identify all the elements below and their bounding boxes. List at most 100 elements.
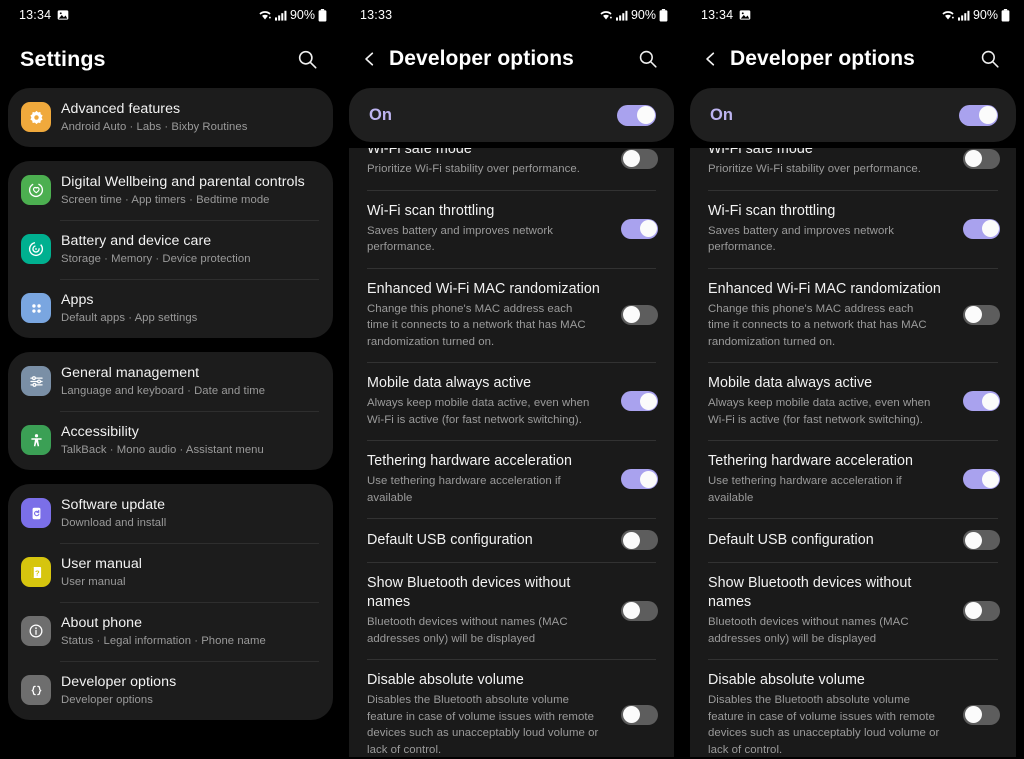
list-item-subtitle: Always keep mobile data active, even whe… [367,397,590,426]
sidebar-item-about-phone[interactable]: About phone Status · Legal information ·… [8,602,333,661]
list-item-subtitle: Use tethering hardware acceleration if a… [367,475,561,504]
master-toggle[interactable] [617,104,656,126]
item-toggle[interactable] [963,600,1000,621]
list-item-label: Disable absolute volume [367,672,524,688]
apps-icon [21,293,51,323]
developer-options-scroll[interactable]: Wi-Fi safe mode Prioritize Wi-Fi stabili… [682,148,1024,757]
sidebar-item-text: Apps Default apps · App settings [61,291,197,326]
sidebar-item-general-management[interactable]: General management Language and keyboard… [8,352,333,411]
status-bar: 13:33 90% [341,0,682,30]
list-item[interactable]: Wi-Fi safe mode Prioritize Wi-Fi stabili… [349,148,674,190]
sidebar-item-developer-options[interactable]: Developer options Developer options [8,661,333,720]
sidebar-item-text: Software update Download and install [61,496,166,531]
list-item[interactable]: Wi-Fi safe mode Prioritize Wi-Fi stabili… [690,148,1016,190]
item-toggle[interactable] [963,469,1000,489]
sidebar-item-subtitle: Status · Legal information · Phone name [61,635,266,647]
list-item[interactable]: Tethering hardware acceleration Use teth… [349,440,674,518]
sidebar-item-label: Digital Wellbeing and parental controls [61,174,305,190]
item-toggle[interactable] [621,304,658,325]
list-item[interactable]: Default USB configuration [690,518,1016,562]
item-toggle[interactable] [621,148,658,169]
search-icon[interactable] [973,42,1007,76]
list-item-label: Enhanced Wi-Fi MAC randomization [367,280,600,297]
list-item[interactable]: Mobile data always active Always keep mo… [690,362,1016,440]
item-toggle[interactable] [621,218,658,239]
sidebar-item-battery-device-care[interactable]: Battery and device care Storage · Memory… [8,220,333,279]
toggle-knob [639,220,657,237]
toggle-knob [639,392,657,410]
list-item-text: Enhanced Wi-Fi MAC randomization Change … [708,280,963,351]
list-item[interactable]: Default USB configuration [349,518,674,562]
list-item-label: Mobile data always active [367,375,532,391]
battery-percent: 90% [630,8,656,22]
list-item[interactable]: Enhanced Wi-Fi MAC randomization Change … [349,267,674,363]
list-item-label: Mobile data always active [708,375,873,391]
item-toggle[interactable] [621,391,658,411]
sidebar-item-text: Advanced features Android Auto · Labs · … [61,100,247,135]
list-item[interactable]: Mobile data always active Always keep mo… [349,362,674,440]
item-toggle[interactable] [963,218,1000,239]
item-toggle[interactable] [621,530,658,550]
sidebar-item-label: Advanced features [61,101,181,117]
item-toggle[interactable] [621,600,658,621]
toggle-knob [964,150,982,168]
digital-wellbeing-icon [21,175,51,205]
item-toggle[interactable] [963,530,1000,550]
back-icon[interactable] [694,42,728,76]
status-time: 13:33 [360,8,393,22]
toggle-knob [981,392,999,410]
sidebar-item-text: Accessibility TalkBack · Mono audio · As… [61,423,264,458]
search-icon[interactable] [631,42,665,76]
list-item[interactable]: Wi-Fi scan throttling Saves battery and … [349,189,674,268]
sidebar-item-advanced-features[interactable]: Advanced features Android Auto · Labs · … [8,88,333,147]
sidebar-item-apps[interactable]: Apps Default apps · App settings [8,279,333,338]
developer-options-icon [21,675,51,705]
settings-list[interactable]: Advanced features Android Auto · Labs · … [0,88,341,720]
item-toggle[interactable] [621,704,658,725]
battery-icon [1001,8,1010,22]
list-item-label: Show Bluetooth devices without names [708,575,912,610]
list-item-text: Wi-Fi safe mode Prioritize Wi-Fi stabili… [367,148,621,178]
toggle-knob [622,706,640,723]
search-icon[interactable] [290,42,324,76]
developer-options-scroll[interactable]: Wi-Fi safe mode Prioritize Wi-Fi stabili… [341,148,682,757]
list-item-label: Enhanced Wi-Fi MAC randomization [708,280,941,297]
list-item[interactable]: Tethering hardware acceleration Use teth… [690,440,1016,518]
item-toggle[interactable] [963,304,1000,325]
item-toggle[interactable] [621,469,658,489]
sidebar-item-accessibility[interactable]: Accessibility TalkBack · Mono audio · As… [8,411,333,470]
list-item-text: Show Bluetooth devices without names Blu… [367,574,621,647]
sidebar-item-label: Apps [61,292,94,308]
sidebar-item-label: Accessibility [61,424,139,440]
list-item[interactable]: Enhanced Wi-Fi MAC randomization Change … [690,267,1016,363]
sidebar-item-software-update[interactable]: Software update Download and install [8,484,333,543]
image-icon [739,9,751,21]
list-item[interactable]: Disable absolute volume Disables the Blu… [690,659,1016,757]
list-item-label: Wi-Fi safe mode [367,148,472,157]
list-item-label: Tethering hardware acceleration [708,453,914,469]
list-item-text: Wi-Fi scan throttling Saves battery and … [708,202,963,256]
master-toggle[interactable] [959,104,998,126]
settings-group: Software update Download and install ? U… [8,484,333,720]
developer-options-master-toggle-row[interactable]: On [349,88,674,142]
list-item-subtitle: Saves battery and improves network perfo… [367,224,553,254]
list-item[interactable]: Show Bluetooth devices without names Blu… [690,562,1016,659]
master-toggle-label: On [710,105,734,124]
item-toggle[interactable] [963,391,1000,411]
sidebar-item-user-manual[interactable]: ? User manual User manual [8,543,333,602]
developer-options-master-toggle-row[interactable]: On [690,88,1016,142]
toggle-knob [622,531,640,549]
list-item[interactable]: Wi-Fi scan throttling Saves battery and … [690,189,1016,268]
list-item[interactable]: Disable absolute volume Disables the Blu… [349,659,674,757]
battery-percent: 90% [972,8,998,22]
three-panel-screenshot: 13:34 90% Settings Advanced features And… [0,0,1024,759]
battery-icon [659,8,668,22]
sidebar-item-digital-wellbeing[interactable]: Digital Wellbeing and parental controls … [8,161,333,220]
sidebar-item-text: General management Language and keyboard… [61,364,265,399]
item-toggle[interactable] [963,704,1000,725]
sidebar-item-label: Software update [61,497,166,513]
list-item[interactable]: Show Bluetooth devices without names Blu… [349,562,674,659]
back-icon[interactable] [353,42,387,76]
status-bar-left: 13:34 [701,8,751,22]
item-toggle[interactable] [963,148,1000,169]
